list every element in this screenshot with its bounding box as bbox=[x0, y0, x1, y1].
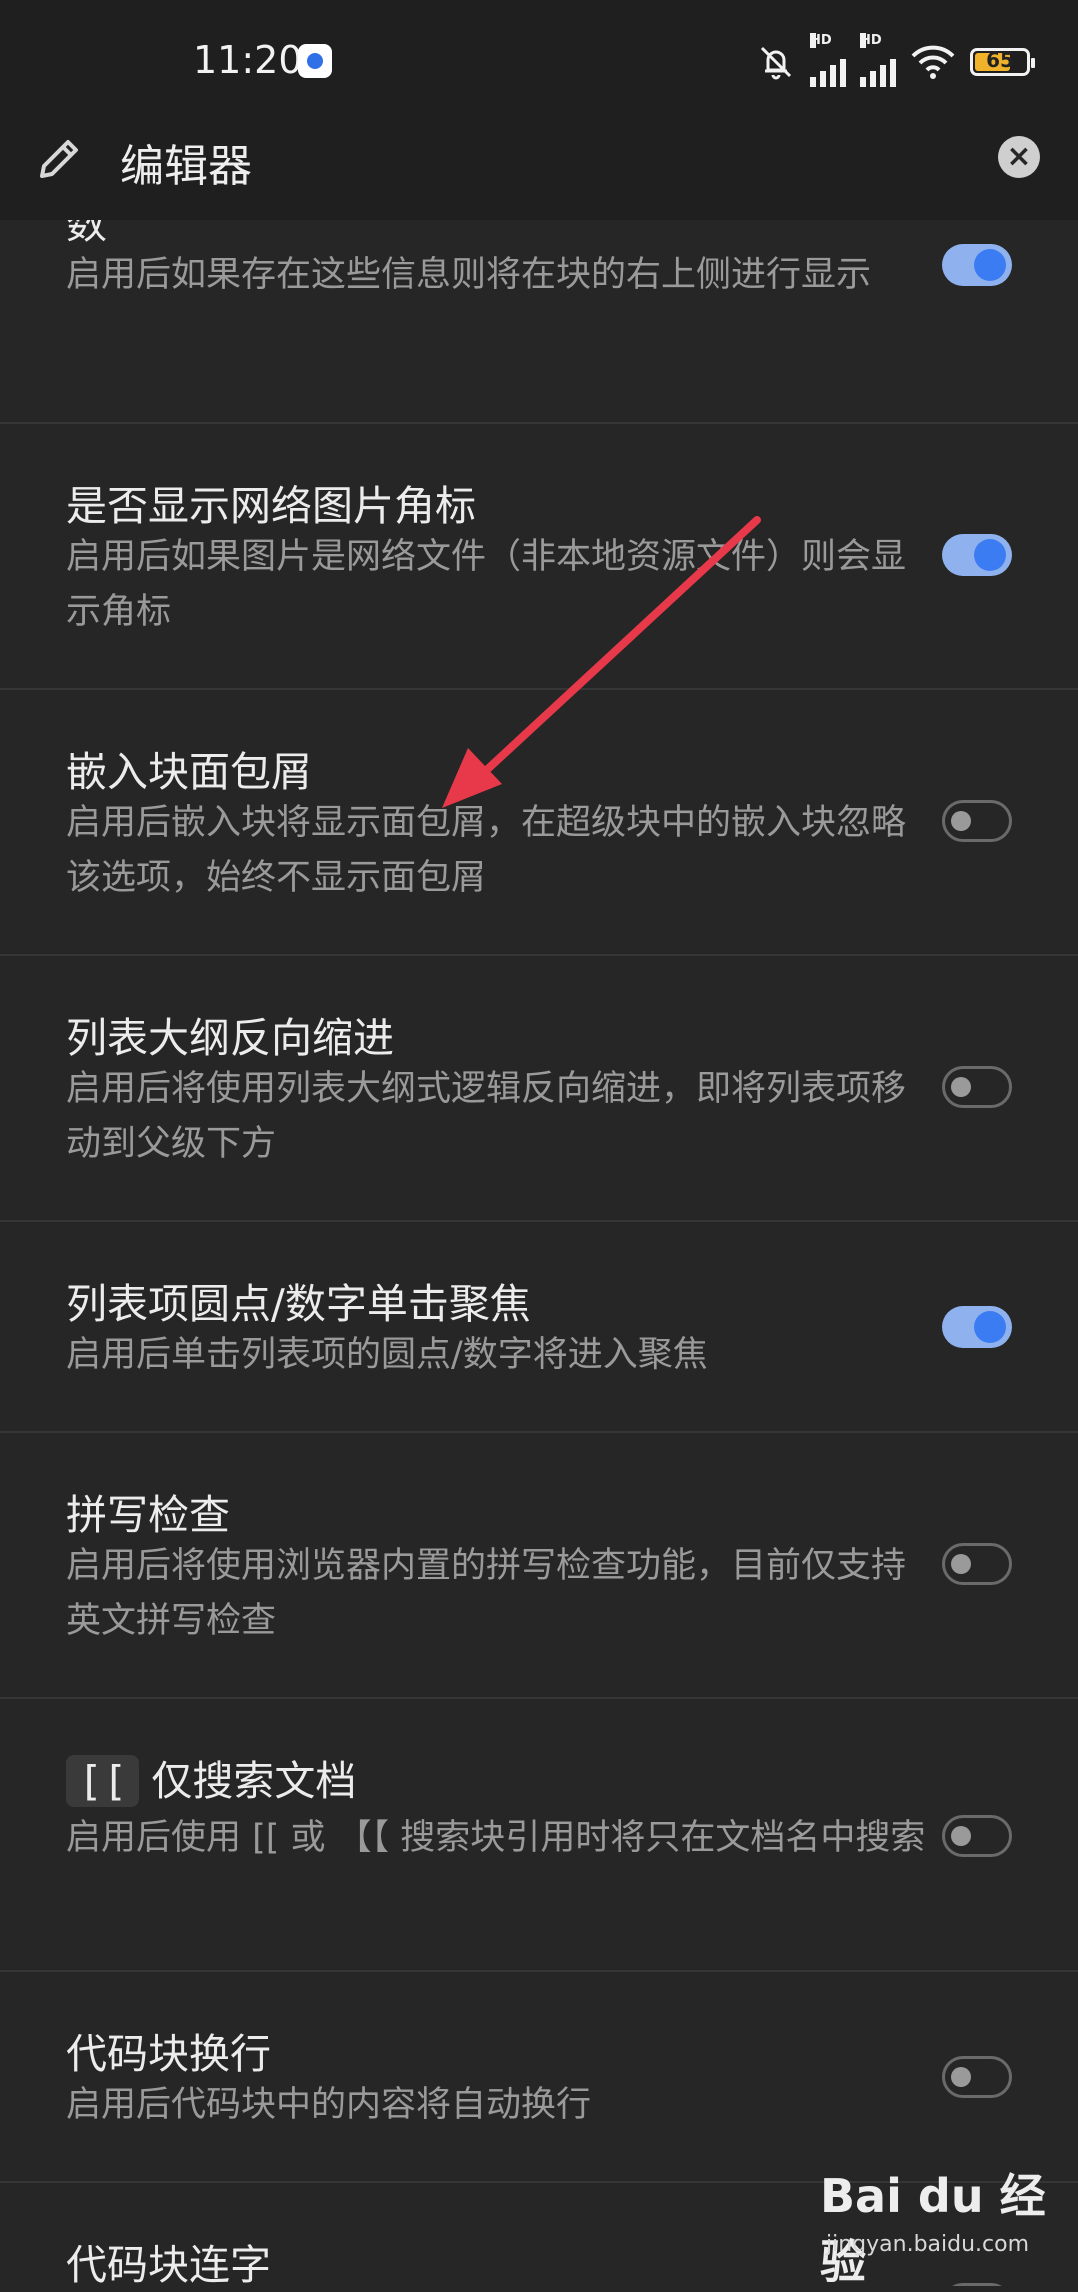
annotation-arrow bbox=[442, 516, 761, 808]
baidu-watermark: Bai du 经验 bbox=[820, 2169, 1046, 2289]
baidu-watermark-url: jingyan.baidu.com bbox=[826, 2232, 1030, 2257]
